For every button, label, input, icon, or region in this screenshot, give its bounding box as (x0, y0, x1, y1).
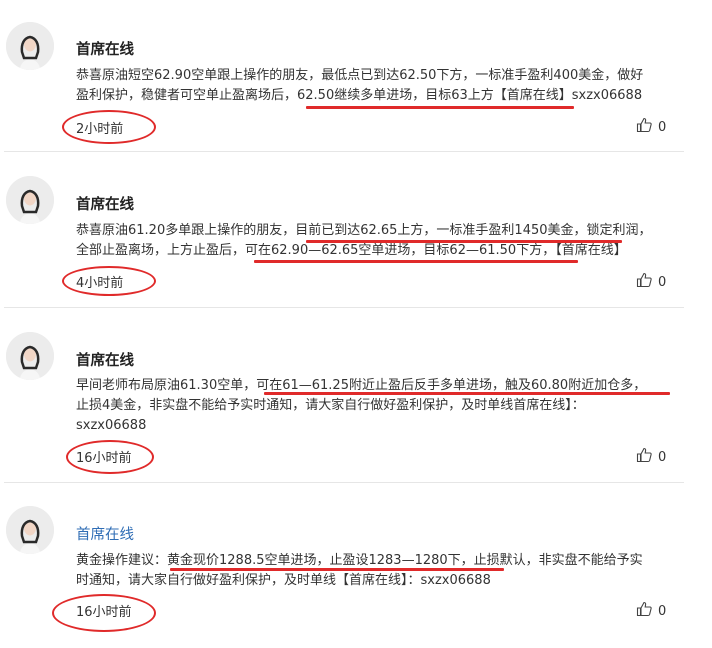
post-time: 4小时前 (76, 276, 124, 291)
content-line: 恭喜原油短空62.90空单跟上操作的朋友，最低点已到达62.50下方，一标准手盈… (76, 68, 644, 83)
post-time: 16小时前 (76, 451, 132, 466)
like-count: 0 (658, 119, 667, 135)
post-content: 恭喜原油短空62.90空单跟上操作的朋友，最低点已到达62.50下方，一标准手盈… (76, 66, 682, 106)
thumbs-up-icon (636, 601, 652, 621)
post-card: 首席在线 黄金操作建议：黄金现价1288.5空单进场，止盈设1283—1280下… (0, 506, 690, 646)
avatar[interactable] (6, 332, 54, 380)
like-button[interactable]: 0 (636, 601, 666, 621)
content-line: 止损4美金，非实盘不能给予实时通知，请大家自行做好盈利保护，及时单线首席在线】： (76, 398, 585, 413)
post-content: 早间老师布局原油61.30空单，可在61—61.25附近止盈后反手多单进场，触及… (76, 376, 682, 436)
like-button[interactable]: 0 (636, 447, 666, 467)
divider (4, 151, 684, 152)
author-name[interactable]: 首席在线 (76, 349, 134, 370)
divider (4, 482, 684, 483)
like-button[interactable]: 0 (636, 117, 666, 137)
like-count: 0 (658, 603, 667, 619)
like-button[interactable]: 0 (636, 272, 666, 292)
divider (4, 307, 684, 308)
thumbs-up-icon (636, 272, 652, 292)
post-time: 16小时前 (76, 605, 132, 620)
post-card: 首席在线 恭喜原油61.20多单跟上操作的朋友，目前已到达62.65上方，一标准… (0, 176, 690, 306)
content-line: sxzx06688 (76, 418, 147, 433)
author-name[interactable]: 首席在线 (76, 38, 134, 59)
like-count: 0 (658, 449, 667, 465)
avatar[interactable] (6, 506, 54, 554)
content-line: 全部止盈离场，上方止盈后，可在62.90—62.65空单进场，目标62—61.5… (76, 243, 627, 258)
content-line: 时通知，请大家自行做好盈利保护，及时单线【首席在线】：sxzx06688 (76, 573, 491, 588)
post-card: 首席在线 早间老师布局原油61.30空单，可在61—61.25附近止盈后反手多单… (0, 332, 690, 482)
avatar[interactable] (6, 176, 54, 224)
content-line: 早间老师布局原油61.30空单，可在61—61.25附近止盈后反手多单进场，触及… (76, 378, 647, 393)
avatar[interactable] (6, 22, 54, 70)
content-line: 黄金操作建议：黄金现价1288.5空单进场，止盈设1283—1280下，止损默认… (76, 553, 643, 568)
post-time: 2小时前 (76, 122, 124, 137)
like-count: 0 (658, 274, 667, 290)
content-line: 恭喜原油61.20多单跟上操作的朋友，目前已到达62.65上方，一标准手盈利14… (76, 223, 652, 238)
post-card: 首席在线 恭喜原油短空62.90空单跟上操作的朋友，最低点已到达62.50下方，… (0, 22, 690, 152)
post-content: 黄金操作建议：黄金现价1288.5空单进场，止盈设1283—1280下，止损默认… (76, 551, 682, 591)
thumbs-up-icon (636, 117, 652, 137)
post-content: 恭喜原油61.20多单跟上操作的朋友，目前已到达62.65上方，一标准手盈利14… (76, 221, 682, 261)
author-name[interactable]: 首席在线 (76, 523, 134, 544)
thumbs-up-icon (636, 447, 652, 467)
content-line: 盈利保护，稳健者可空单止盈离场后，62.50继续多单进场，目标63上方【首席在线… (76, 88, 643, 103)
author-name[interactable]: 首席在线 (76, 193, 134, 214)
